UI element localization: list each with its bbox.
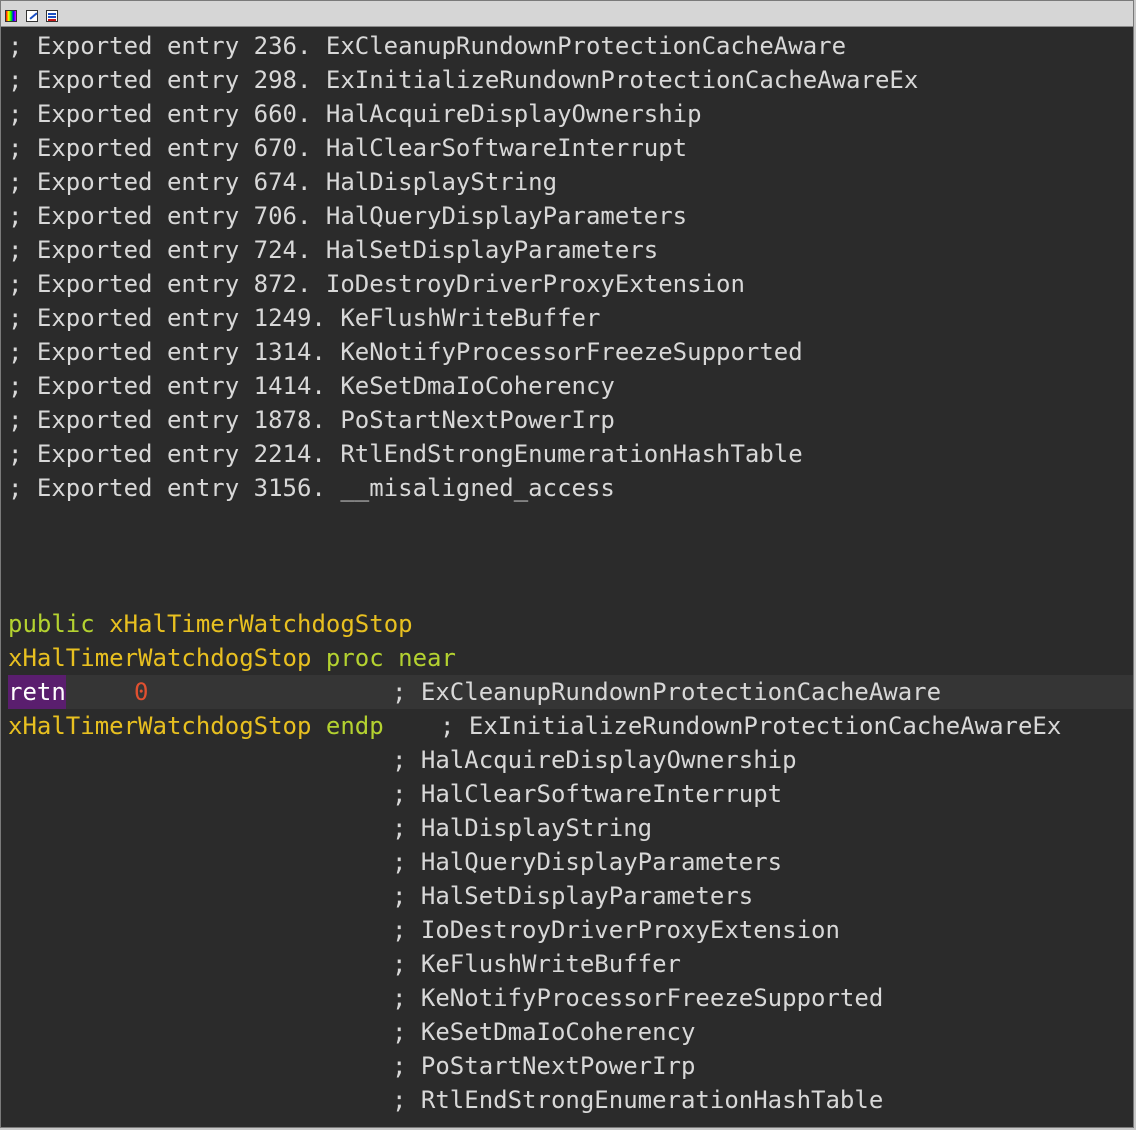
disassembly-window: ; Exported entry 236. ExCleanupRundownPr… [0,0,1134,1128]
export-comment[interactable]: ; Exported entry 1249. KeFlushWriteBuffe… [8,301,1133,335]
retn-mnemonic[interactable]: retn [8,675,66,709]
export-name-line[interactable]: ; KeNotifyProcessorFreezeSupported [8,981,1133,1015]
endp-keyword: endp [325,712,384,740]
colors-icon[interactable] [5,10,17,22]
export-comment[interactable]: ; Exported entry 872. IoDestroyDriverPro… [8,267,1133,301]
export-name-comment: ; HalAcquireDisplayOwnership [392,746,797,774]
export-comment[interactable]: ; Exported entry 3156. __misaligned_acce… [8,471,1133,505]
export-comment[interactable]: ; Exported entry 670. HalClearSoftwareIn… [8,131,1133,165]
export-name-line[interactable]: ; HalQueryDisplayParameters [8,845,1133,879]
retn-operand[interactable]: 0 [134,675,148,709]
export-comment[interactable]: ; Exported entry 660. HalAcquireDisplayO… [8,97,1133,131]
export-name-line[interactable]: ; KeFlushWriteBuffer [8,947,1133,981]
graph-icon[interactable] [46,10,58,22]
export-name-comment: ; IoDestroyDriverProxyExtension [392,916,840,944]
export-name-comment: ; HalSetDisplayParameters [392,882,754,910]
export-name-comment: ; RtlEndStrongEnumerationHashTable [392,1086,884,1114]
public-declaration-line[interactable]: public xHalTimerWatchdogStop [8,607,1133,641]
function-name[interactable]: xHalTimerWatchdogStop [8,644,311,672]
public-keyword: public [8,610,95,638]
export-name-comment: ; HalClearSoftwareInterrupt [392,780,783,808]
export-name-comment: ; ExCleanupRundownProtectionCacheAware [392,678,942,706]
export-comment[interactable]: ; Exported entry 674. HalDisplayString [8,165,1133,199]
export-comment[interactable]: ; Exported entry 1414. KeSetDmaIoCoheren… [8,369,1133,403]
export-name-line[interactable]: ; IoDestroyDriverProxyExtension [8,913,1133,947]
export-comment[interactable]: ; Exported entry 1878. PoStartNextPowerI… [8,403,1133,437]
export-name-line[interactable]: ; PoStartNextPowerIrp [8,1049,1133,1083]
export-name-comment: ; KeNotifyProcessorFreezeSupported [392,984,884,1012]
disassembly-listing[interactable]: ; Exported entry 236. ExCleanupRundownPr… [8,29,1133,1127]
edit-icon[interactable] [26,10,38,22]
export-comment[interactable]: ; Exported entry 1314. KeNotifyProcessor… [8,335,1133,369]
proc-keyword: proc near [325,644,456,672]
export-name-line[interactable]: ; RtlEndStrongEnumerationHashTable [8,1083,1133,1117]
toolbar [1,1,1133,27]
export-name-comment: ; KeFlushWriteBuffer [392,950,681,978]
export-name-comment: ; HalDisplayString [392,814,653,842]
proc-line[interactable]: xHalTimerWatchdogStop proc near [8,641,1133,675]
export-comment[interactable]: ; Exported entry 724. HalSetDisplayParam… [8,233,1133,267]
export-comment[interactable]: ; Exported entry 298. ExInitializeRundow… [8,63,1133,97]
export-name-comment: ; ExInitializeRundownProtectionCacheAwar… [440,712,1062,740]
function-name[interactable]: xHalTimerWatchdogStop [109,610,412,638]
export-comment[interactable]: ; Exported entry 2214. RtlEndStrongEnume… [8,437,1133,471]
export-name-comment: ; HalQueryDisplayParameters [392,848,783,876]
export-name-line[interactable]: ; KeSetDmaIoCoherency [8,1015,1133,1049]
export-comment[interactable]: ; Exported entry 706. HalQueryDisplayPar… [8,199,1133,233]
export-comment[interactable]: ; Exported entry 236. ExCleanupRundownPr… [8,29,1133,63]
export-name-line[interactable]: ; HalSetDisplayParameters [8,879,1133,913]
export-name-line[interactable]: ; HalClearSoftwareInterrupt [8,777,1133,811]
export-name-comment: ; KeSetDmaIoCoherency [392,1018,696,1046]
export-name-comment: ; PoStartNextPowerIrp [392,1052,696,1080]
export-name-line[interactable]: ; HalAcquireDisplayOwnership [8,743,1133,777]
retn-instruction-line[interactable]: retn 0 ; ExCleanupRundownProtectionCacheAw… [8,675,1133,709]
export-name-line[interactable]: ; HalDisplayString [8,811,1133,845]
endp-line[interactable]: xHalTimerWatchdogStop endp ; ExInitialize… [8,709,1133,743]
function-name[interactable]: xHalTimerWatchdogStop [8,712,311,740]
